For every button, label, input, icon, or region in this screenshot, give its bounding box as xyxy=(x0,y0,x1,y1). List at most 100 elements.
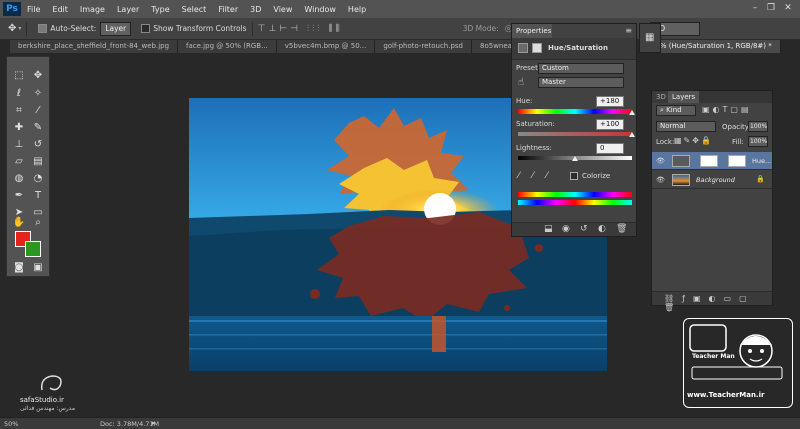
healing-brush-icon[interactable]: ✚ xyxy=(12,121,26,135)
tab-layers[interactable]: Layers xyxy=(668,91,700,103)
colorize-checkbox[interactable] xyxy=(570,172,578,180)
layer-name: Background xyxy=(696,176,735,184)
tab-doc-active[interactable]: 50% (Hue/Saturation 1, RGB/8#) * xyxy=(643,40,781,53)
tab-properties[interactable]: Properties xyxy=(512,24,552,38)
lightness-value-field[interactable]: 0 xyxy=(596,143,624,154)
eye-icon[interactable]: 👁 xyxy=(656,157,665,165)
menu-3d[interactable]: 3D xyxy=(244,5,267,14)
eye-icon[interactable]: 👁 xyxy=(656,176,665,184)
layer-row-background[interactable]: 👁 Background 🔒 xyxy=(652,171,772,189)
safastudio-brand: safaStudio.ir xyxy=(20,396,64,404)
saturation-slider-track[interactable] xyxy=(518,132,632,136)
chevron-right-icon[interactable]: ▸ xyxy=(152,419,156,427)
marquee-tool-icon[interactable]: ⬚ xyxy=(12,69,26,83)
eraser-tool-icon[interactable]: ▱ xyxy=(12,155,26,169)
properties-footer: ⬓ ◉ ↺ ◐ 🗑 xyxy=(512,222,636,236)
magic-wand-icon[interactable]: ✧ xyxy=(31,87,45,101)
clone-stamp-icon[interactable]: ⊥ xyxy=(12,138,26,152)
visibility-icon[interactable]: ◐ xyxy=(598,224,606,234)
tab-doc-3[interactable]: v5bvec4m.bmp @ 50... xyxy=(276,40,376,53)
tab-doc-1[interactable]: berkshire_place_sheffield_front-84_web.j… xyxy=(10,40,179,53)
auto-select-dropdown[interactable]: Layer xyxy=(100,21,132,36)
blur-tool-icon[interactable]: ◍ xyxy=(12,172,26,186)
eyedropper-plus-icon[interactable]: ⁄ xyxy=(532,171,534,181)
type-tool-icon[interactable]: T xyxy=(31,189,45,203)
menu-select[interactable]: Select xyxy=(176,5,213,14)
clip-to-layer-icon[interactable]: ⬓ xyxy=(544,224,553,234)
hand-target-icon[interactable]: ☝ xyxy=(518,77,524,88)
screen-mode-icon[interactable]: ▣ xyxy=(31,261,45,275)
lasso-tool-icon[interactable]: ℓ xyxy=(12,87,26,101)
menu-layer[interactable]: Layer xyxy=(111,5,145,14)
chevron-down-icon[interactable]: ▾ xyxy=(18,25,21,32)
layers-tabs: 3D Layers xyxy=(652,91,772,103)
brush-tool-icon[interactable]: ✎ xyxy=(31,121,45,135)
menu-file[interactable]: File xyxy=(21,5,46,14)
move-tool-icon[interactable]: ✥ xyxy=(31,69,45,83)
preset-dropdown[interactable]: Custom xyxy=(538,63,624,74)
tab-doc-4[interactable]: golf-photo-retouch.psd xyxy=(375,40,472,53)
opacity-field[interactable]: 100% xyxy=(748,121,768,132)
hue-value-field[interactable]: +180 xyxy=(596,96,624,107)
menu-type[interactable]: Type xyxy=(145,5,175,14)
saturation-value-field[interactable]: +100 xyxy=(596,119,624,130)
menu-image[interactable]: Image xyxy=(74,5,111,14)
background-color-swatch[interactable] xyxy=(25,241,41,257)
history-brush-icon[interactable]: ↺ xyxy=(31,138,45,152)
properties-header: Hue/Saturation xyxy=(512,38,636,60)
pen-tool-icon[interactable]: ✒ xyxy=(12,189,26,203)
zoom-tool-icon[interactable]: ⌕ xyxy=(31,216,45,230)
opacity-label: Opacity: xyxy=(722,123,751,131)
zoom-level[interactable]: 50% xyxy=(4,420,18,428)
tools-panel: ⬚ ✥ ℓ ✧ ⌗ ⁄ ✚ ✎ ⊥ ↺ ▱ ▤ ◍ ◔ ✒ T ➤ ▭ ✋ ⌕ … xyxy=(6,56,50,277)
trash-icon[interactable]: 🗑 xyxy=(616,224,627,234)
view-previous-icon[interactable]: ◉ xyxy=(562,224,570,234)
info-panel-icon[interactable]: ▦ xyxy=(645,32,654,43)
lock-icons[interactable]: ▦✎✥🔒 xyxy=(674,136,713,145)
hue-slider-handle[interactable] xyxy=(629,110,635,115)
document-tabs: berkshire_place_sheffield_front-84_web.j… xyxy=(10,40,570,53)
move-tool-icon[interactable]: ✥ xyxy=(8,23,16,34)
auto-select-checkbox[interactable] xyxy=(38,24,48,33)
crop-tool-icon[interactable]: ⌗ xyxy=(12,104,26,118)
menu-edit[interactable]: Edit xyxy=(46,5,74,14)
eyedropper-icon[interactable]: ⁄ xyxy=(31,104,45,118)
layers-panel: 3D Layers ⌕ Kind ▣◐T▢▤ Normal Opacity: 1… xyxy=(651,90,773,312)
panel-menu-icon[interactable]: ≡ xyxy=(625,26,632,35)
3d-mode-label: 3D Mode: xyxy=(462,24,499,33)
status-bar: 50% Doc: 3.78M/4.71M ▸ xyxy=(0,417,800,429)
lightness-slider-handle[interactable] xyxy=(572,156,578,161)
adjustment-icon xyxy=(518,43,528,53)
dodge-tool-icon[interactable]: ◔ xyxy=(31,172,45,186)
eyedropper-minus-icon[interactable]: ⁄ xyxy=(546,171,548,181)
close-icon[interactable]: ✕ xyxy=(781,2,795,14)
blend-mode-dropdown[interactable]: Normal xyxy=(656,121,716,132)
tab-doc-2[interactable]: face.jpg @ 50% (RGB... xyxy=(178,40,277,53)
maximize-icon[interactable]: ❐ xyxy=(764,2,778,14)
layer-action-icons[interactable]: ⛓ƒ▣◐▭▢🗑 xyxy=(664,294,772,312)
saturation-slider-handle[interactable] xyxy=(629,132,635,137)
quick-mask-icon[interactable]: ◙ xyxy=(12,261,26,275)
transform-controls-checkbox[interactable] xyxy=(141,24,151,33)
menu-help[interactable]: Help xyxy=(342,5,372,14)
menu-filter[interactable]: Filter xyxy=(212,5,244,14)
properties-panel: Properties ≡ Hue/Saturation Preset: Cust… xyxy=(511,23,637,237)
hand-tool-icon[interactable]: ✋ xyxy=(12,216,26,230)
menu-window[interactable]: Window xyxy=(298,5,342,14)
fill-label: Fill: xyxy=(732,138,744,146)
adjustment-thumbnail xyxy=(672,155,690,167)
menu-bar: Ps File Edit Image Layer Type Select Fil… xyxy=(0,0,800,18)
reset-icon[interactable]: ↺ xyxy=(580,224,588,234)
layer-filter-dropdown[interactable]: ⌕ Kind xyxy=(656,105,696,116)
hue-slider-track[interactable] xyxy=(518,109,632,114)
minimize-icon[interactable]: – xyxy=(748,2,762,14)
layer-filter-label: Kind xyxy=(666,106,682,114)
align-icons[interactable]: ⊤⊥⊢⊣ ⫶⫶⫶ ⫼⫼ xyxy=(258,24,343,34)
channel-dropdown[interactable]: Master xyxy=(538,77,624,88)
gradient-tool-icon[interactable]: ▤ xyxy=(31,155,45,169)
fill-field[interactable]: 100% xyxy=(748,136,768,147)
layer-row-hue-saturation[interactable]: 👁 Hue... xyxy=(652,152,772,170)
eyedropper-icon[interactable]: ⁄ xyxy=(518,171,520,181)
layer-filter-icons[interactable]: ▣◐T▢▤ xyxy=(702,105,752,114)
menu-view[interactable]: View xyxy=(267,5,298,14)
